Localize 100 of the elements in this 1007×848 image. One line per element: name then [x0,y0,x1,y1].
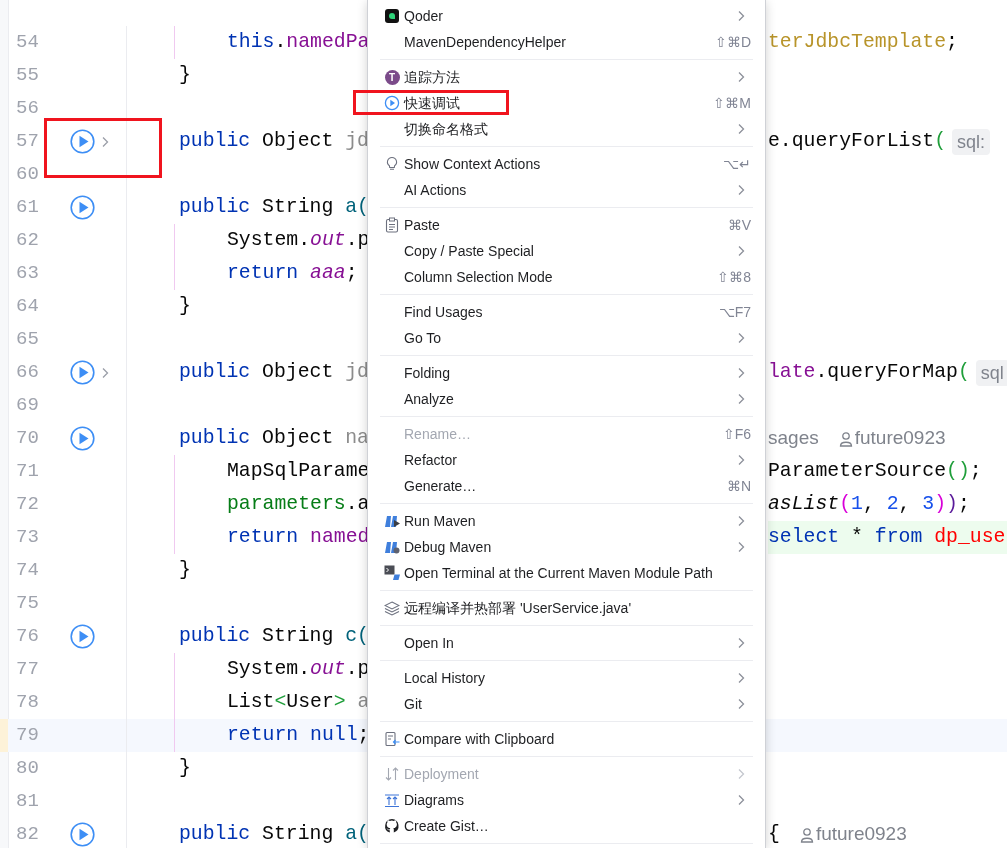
code-text: asList(1, 2, 3)); [768,491,970,517]
line-number: 71 [15,459,40,485]
run-icon[interactable] [70,822,95,847]
user-icon [838,430,853,447]
terminal-icon [384,565,400,581]
run-icon[interactable] [70,624,95,649]
shortcut-text: ⇧⌘8 [717,267,751,287]
shortcut-text: ⌘V [727,215,751,235]
parameter-hint: sql [975,359,1007,386]
code-text: } [179,62,191,88]
line-number: 74 [15,558,40,584]
parameter-hint: sql: [952,128,991,155]
code-text: terJdbcTemplate; [768,29,958,55]
menu-item[interactable]: Qoder [368,3,765,29]
letter-icon: T [384,69,400,85]
maven-debug-icon [384,539,400,555]
shortcut-text: ⌥↵ [723,154,751,174]
author-hint: future0923 [854,426,946,451]
menu-item[interactable]: Create Gist… [368,813,765,839]
line-number: 54 [15,30,40,56]
run-icon[interactable] [70,129,95,154]
line-number: 66 [15,360,40,386]
shortcut-text: ⌘N [726,476,751,496]
line-number: 60 [15,162,40,188]
clipboard-icon [384,217,400,233]
menu-item[interactable]: 切换命名格式 [368,116,765,142]
line-number: 82 [15,822,40,848]
menu-item[interactable]: Go To [368,325,765,351]
line-number: 81 [15,789,40,815]
line-number: 72 [15,492,40,518]
code-text: return null; [227,722,370,748]
shortcut-text: ⇧F6 [722,424,751,444]
menu-item[interactable]: MavenDependencyHelper ⇧⌘D [368,29,765,55]
code-text: public Object na [179,425,369,451]
code-text: } [179,755,191,781]
menu-item[interactable]: Diagrams [368,787,765,813]
line-number: 70 [15,426,40,452]
line-number: 77 [15,657,40,683]
menu-item[interactable]: Refactor [368,447,765,473]
line-number: 62 [15,228,40,254]
menu-item[interactable]: Find Usages ⌥F7 [368,299,765,325]
menu-item[interactable]: Compare with Clipboard [368,726,765,752]
menu-item[interactable]: Open In [368,630,765,656]
code-text: public String a( [179,194,369,220]
line-number: 57 [15,129,40,155]
menu-item[interactable]: Git [368,691,765,717]
menu-item[interactable]: T 追踪方法 [368,64,765,90]
user-icon [799,826,814,843]
code-text: } [179,293,191,319]
code-text: select * from dp_use [768,524,1006,550]
line-number: 78 [15,690,40,716]
line-number: 55 [15,63,40,89]
code-text: public Object jd [179,359,369,385]
line-number: 79 [15,723,40,749]
menu-item[interactable]: Debug Maven [368,534,765,560]
code-text: ParameterSource(); [768,458,982,484]
code-text: return aaa; [227,260,358,286]
code-text: MapSqlParame [227,458,370,484]
line-number: 64 [15,294,40,320]
menu-item[interactable]: Column Selection Mode ⇧⌘8 [368,264,765,290]
menu-item[interactable]: Folding [368,360,765,386]
run-icon [384,95,400,111]
menu-item[interactable]: AI Actions [368,177,765,203]
line-number: 65 [15,327,40,353]
code-text: this.namedPa [227,29,370,55]
line-number: 80 [15,756,40,782]
line-number: 61 [15,195,40,221]
diagram-icon [384,792,400,808]
code-text: public String c( [179,623,369,649]
line-number: 63 [15,261,40,287]
code-text: public Object jd [179,128,369,154]
code-text: e.queryForList( [768,128,947,154]
menu-item[interactable]: Generate… ⌘N [368,473,765,499]
line-number: 76 [15,624,40,650]
menu-item[interactable]: 快速调试 ⇧⌘M [368,90,765,116]
run-icon[interactable] [70,426,95,451]
code-text: late.queryForMap( [768,359,970,385]
menu-item[interactable]: Show Context Actions ⌥↵ [368,151,765,177]
github-icon [384,818,400,834]
menu-item[interactable]: Analyze [368,386,765,412]
shortcut-text: ⇧⌘M [713,93,751,113]
code-text: public String a( [179,821,369,847]
menu-item[interactable]: Paste ⌘V [368,212,765,238]
line-number: 56 [15,96,40,122]
author-hint: future0923 [815,822,907,847]
menu-item[interactable]: Run Maven [368,508,765,534]
transfer-arrows-icon [384,766,400,782]
menu-item[interactable]: Open Terminal at the Current Maven Module Path [368,560,765,586]
run-icon[interactable] [70,360,95,385]
shortcut-text: ⌥F7 [718,302,751,322]
line-number: 69 [15,393,40,419]
run-icon[interactable] [70,195,95,220]
menu-item[interactable]: Copy / Paste Special [368,238,765,264]
line-number: 73 [15,525,40,551]
menu-item[interactable]: 远程编译并热部署 'UserService.java' [368,595,765,621]
usages-hint: sages [768,426,819,451]
plugin-icon [384,8,400,24]
code-text: } [179,557,191,583]
menu-item[interactable]: Local History [368,665,765,691]
lightbulb-icon [384,156,400,172]
